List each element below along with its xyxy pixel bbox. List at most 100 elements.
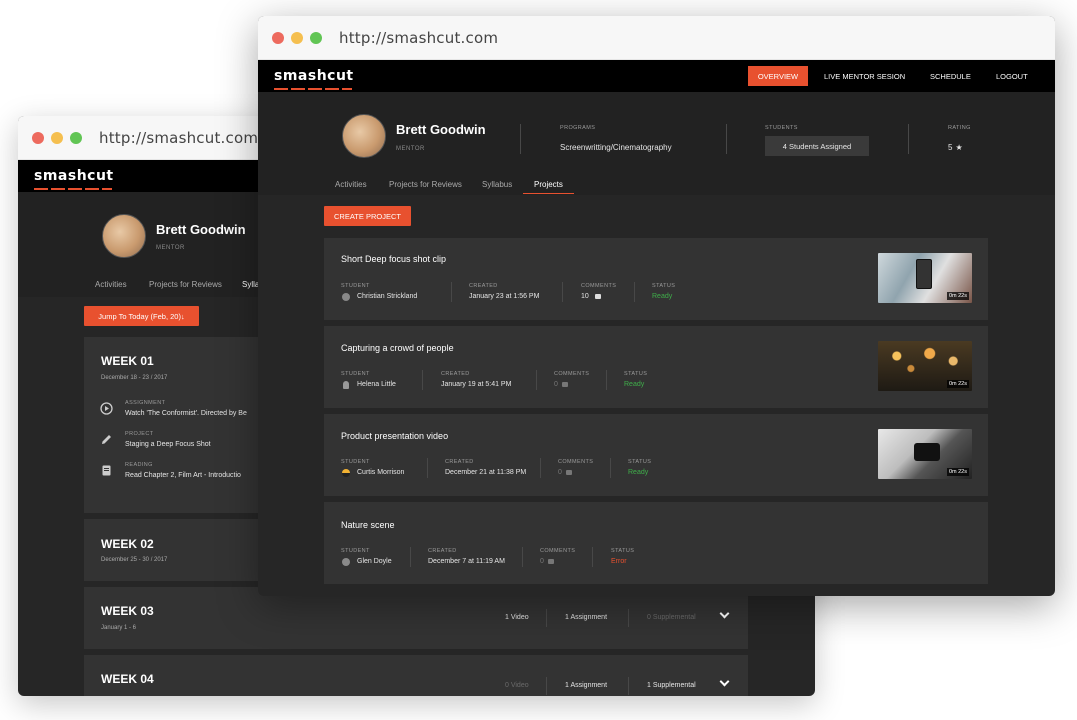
avatar bbox=[342, 114, 386, 158]
nav-overview[interactable]: OVERVIEW bbox=[748, 66, 808, 86]
status-label: STATUS bbox=[624, 371, 648, 377]
tab-projects-for-reviews[interactable]: Projects for Reviews bbox=[389, 180, 462, 189]
created-value: January 19 at 5:41 PM bbox=[441, 381, 512, 388]
video-thumbnail[interactable]: 0m 22s bbox=[878, 429, 972, 479]
duration-badge: 0m 22s bbox=[946, 468, 969, 476]
divider bbox=[546, 609, 547, 627]
created-value: December 21 at 11:38 PM bbox=[445, 469, 527, 476]
status-badge: Ready bbox=[652, 293, 673, 300]
top-nav: smashcut OVERVIEW LIVE MENTOR SESION SCH… bbox=[258, 60, 1055, 92]
student-label: STUDENT bbox=[341, 283, 370, 289]
smashcut-logo[interactable]: smashcut bbox=[34, 168, 114, 190]
create-project-button[interactable]: CREATE PROJECT bbox=[324, 206, 411, 226]
week-dates: December 18 - 23 / 2017 bbox=[101, 375, 168, 381]
minimize-dot[interactable] bbox=[291, 31, 303, 44]
supplemental-count: 1 Supplemental bbox=[647, 682, 696, 689]
divider bbox=[427, 458, 428, 478]
week-card-03[interactable]: WEEK 03 January 1 - 6 1 Video 1 Assignme… bbox=[84, 587, 748, 649]
duration-badge: 0m 22s bbox=[946, 292, 969, 300]
video-thumbnail[interactable]: 0m 22s bbox=[878, 253, 972, 303]
avatar bbox=[102, 214, 146, 258]
browser-chrome: http://smashcut.com bbox=[258, 16, 1055, 60]
rating: 5 ★ bbox=[948, 143, 963, 152]
camera-shape bbox=[914, 443, 940, 461]
status-badge: Error bbox=[611, 558, 627, 565]
nav-live-mentor-session[interactable]: LIVE MENTOR SESION bbox=[824, 72, 905, 81]
item-text[interactable]: Watch 'The Conformist'. Directed by Be bbox=[125, 410, 247, 417]
address-bar[interactable]: http://smashcut.com bbox=[99, 129, 258, 147]
minimize-dot[interactable] bbox=[51, 131, 63, 144]
project-title[interactable]: Short Deep focus shot clip bbox=[341, 254, 446, 264]
comment-icon bbox=[595, 294, 601, 299]
profile-role: MENTOR bbox=[156, 245, 185, 251]
divider bbox=[546, 677, 547, 695]
item-label: READING bbox=[125, 462, 153, 468]
status-label: STATUS bbox=[611, 548, 635, 554]
tab-syllabus[interactable]: Sylla bbox=[242, 280, 259, 289]
week-card-04[interactable]: WEEK 04 0 Video 1 Assignment 1 Supplemen… bbox=[84, 655, 748, 696]
tab-projects-for-reviews[interactable]: Projects for Reviews bbox=[149, 280, 222, 289]
week-title: WEEK 03 bbox=[101, 604, 154, 618]
status-badge: Ready bbox=[624, 381, 645, 388]
nav-logout[interactable]: LOGOUT bbox=[996, 72, 1028, 81]
divider bbox=[540, 458, 541, 478]
item-label: PROJECT bbox=[125, 431, 154, 437]
students-label: STUDENTS bbox=[765, 125, 798, 131]
nav-schedule[interactable]: SCHEDULE bbox=[930, 72, 971, 81]
rating-value: 5 bbox=[948, 143, 953, 152]
star-icon: ★ bbox=[955, 143, 963, 152]
comment-icon bbox=[566, 470, 572, 475]
maximize-dot[interactable] bbox=[310, 31, 322, 44]
project-title[interactable]: Capturing a crowd of people bbox=[341, 343, 454, 353]
divider bbox=[628, 609, 629, 627]
created-value: January 23 at 1:56 PM bbox=[469, 293, 540, 300]
project-card[interactable]: Product presentation video STUDENT Curti… bbox=[324, 414, 988, 496]
tab-activities[interactable]: Activities bbox=[335, 180, 367, 189]
status-badge: Ready bbox=[628, 469, 649, 476]
student-name: Curtis Morrison bbox=[357, 469, 405, 476]
divider bbox=[522, 547, 523, 567]
tab-activities[interactable]: Activities bbox=[95, 280, 127, 289]
item-text[interactable]: Staging a Deep Focus Shot bbox=[125, 441, 211, 448]
project-title[interactable]: Nature scene bbox=[341, 520, 395, 530]
close-dot[interactable] bbox=[272, 31, 284, 44]
video-count: 0 Video bbox=[505, 682, 529, 689]
video-count: 1 Video bbox=[505, 614, 529, 621]
duration-badge: 0m 22s bbox=[946, 380, 969, 388]
students-value[interactable]: 4 Students Assigned bbox=[765, 136, 869, 156]
student-avatar-icon bbox=[342, 469, 350, 477]
week-title: WEEK 01 bbox=[101, 354, 154, 368]
student-label: STUDENT bbox=[341, 548, 370, 554]
project-card[interactable]: Short Deep focus shot clip STUDENT Chris… bbox=[324, 238, 988, 320]
address-bar[interactable]: http://smashcut.com bbox=[339, 29, 498, 47]
jump-to-today-button[interactable]: Jump To Today (Feb, 20)↓ bbox=[84, 306, 199, 326]
status-label: STATUS bbox=[652, 283, 676, 289]
tab-syllabus[interactable]: Syllabus bbox=[482, 180, 512, 189]
programs-value: Screenwritting/Cinematography bbox=[560, 143, 672, 152]
created-label: CREATED bbox=[428, 548, 457, 554]
profile-role: MENTOR bbox=[396, 146, 425, 152]
video-thumbnail[interactable]: 0m 22s bbox=[878, 341, 972, 391]
comments-value: 0 bbox=[540, 558, 544, 565]
rating-label: RATING bbox=[948, 125, 971, 131]
item-text[interactable]: Read Chapter 2, Film Art - Introductio bbox=[125, 472, 241, 479]
project-card[interactable]: Nature scene STUDENT Glen Doyle CREATED … bbox=[324, 502, 988, 584]
comments-label: COMMENTS bbox=[558, 459, 594, 465]
week-dates: December 25 - 30 / 2017 bbox=[101, 557, 168, 563]
smashcut-logo[interactable]: smashcut bbox=[274, 68, 354, 90]
assignment-count: 1 Assignment bbox=[565, 682, 608, 689]
student-avatar-icon bbox=[343, 381, 349, 389]
comments-value: 10 bbox=[581, 293, 589, 300]
chevron-down-icon[interactable] bbox=[719, 608, 730, 619]
chevron-down-icon[interactable] bbox=[719, 676, 730, 687]
maximize-dot[interactable] bbox=[70, 131, 82, 144]
logo-underline bbox=[34, 188, 112, 190]
close-dot[interactable] bbox=[32, 131, 44, 144]
project-title[interactable]: Product presentation video bbox=[341, 431, 448, 441]
comments-label: COMMENTS bbox=[581, 283, 617, 289]
created-label: CREATED bbox=[441, 371, 470, 377]
book-icon bbox=[102, 465, 111, 476]
project-card[interactable]: Capturing a crowd of people STUDENT Hele… bbox=[324, 326, 988, 408]
tab-projects[interactable]: Projects bbox=[534, 180, 563, 189]
student-label: STUDENT bbox=[341, 371, 370, 377]
